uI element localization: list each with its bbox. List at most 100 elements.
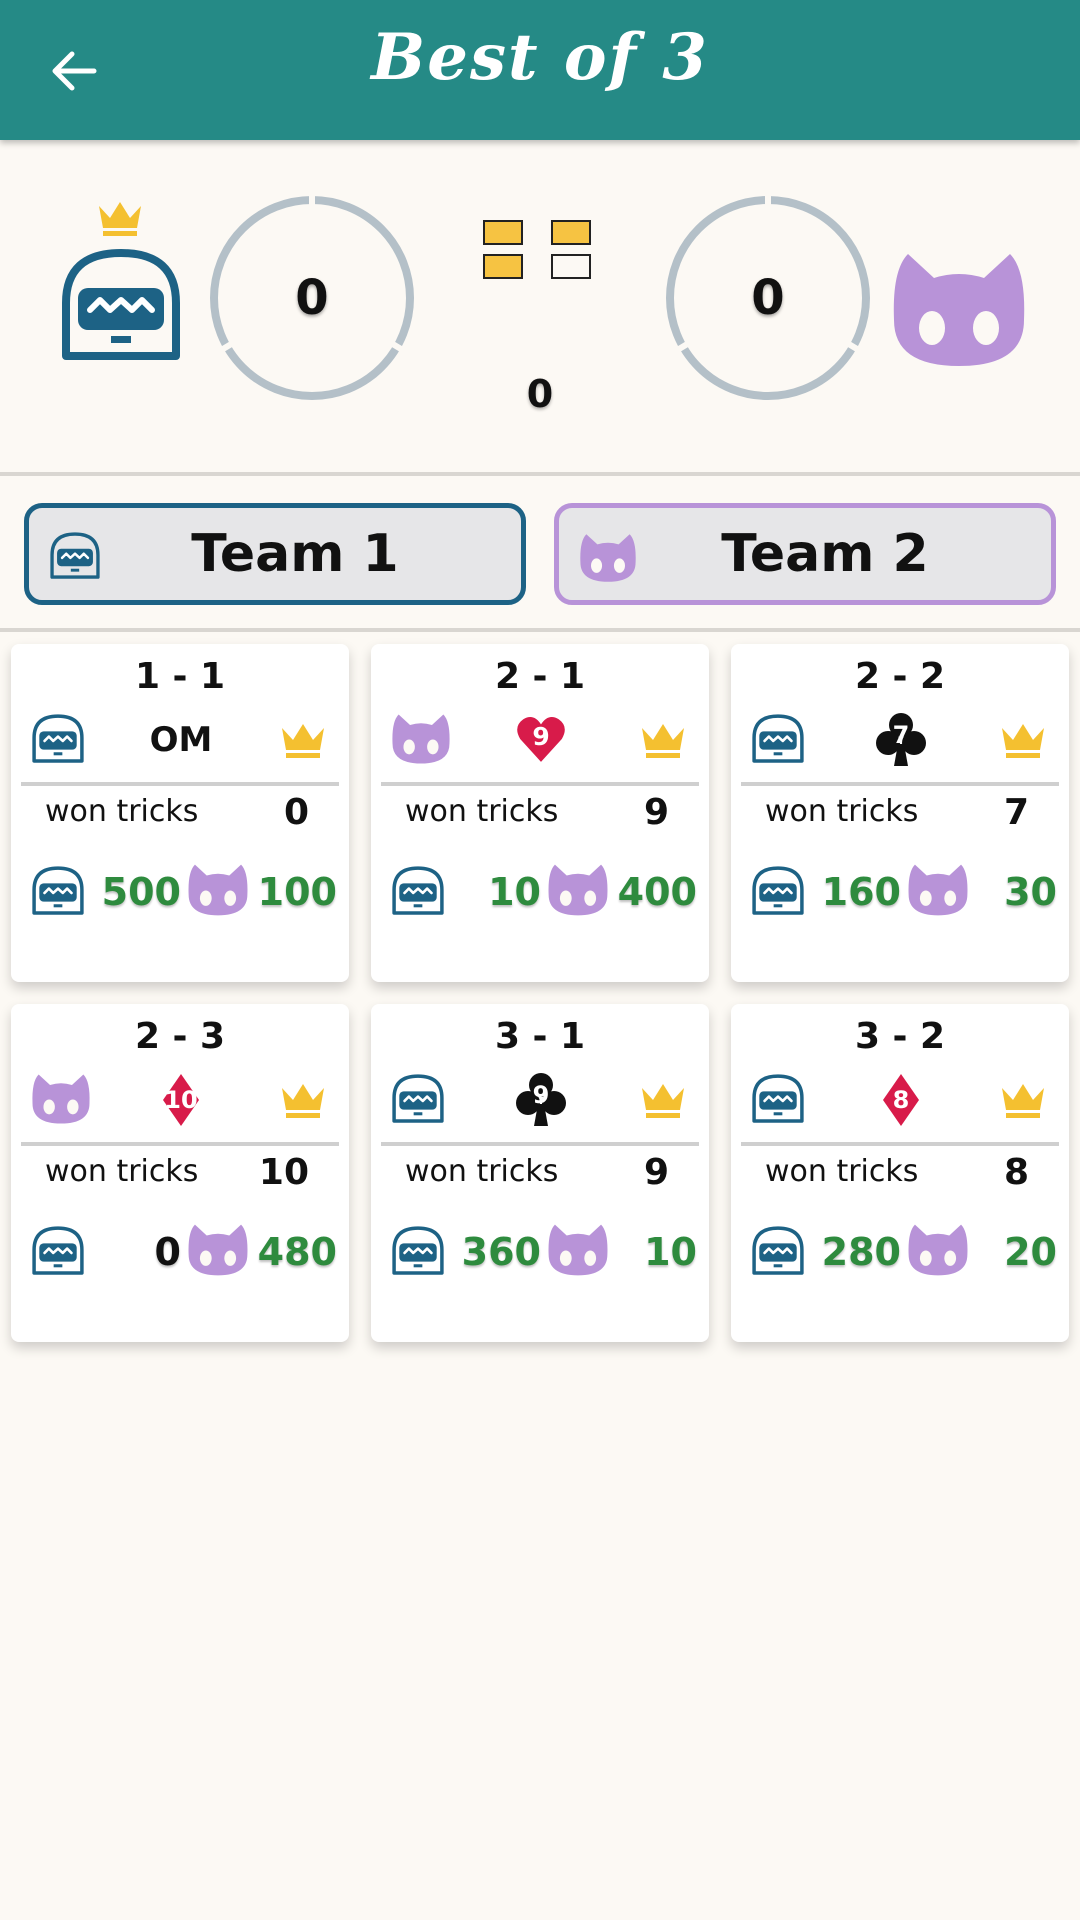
match-box <box>551 220 591 245</box>
team2-button[interactable]: Team 2 <box>554 503 1056 605</box>
crown-icon <box>639 720 687 760</box>
diamond-suit-icon: 8 <box>881 1072 921 1128</box>
divider <box>21 782 339 786</box>
round-title: 3 - 2 <box>854 1016 946 1057</box>
robot-icon <box>389 1226 447 1276</box>
team1-points: 0 <box>154 1230 181 1274</box>
robot-icon <box>47 532 103 580</box>
team2-points: 400 <box>617 870 697 914</box>
won-tricks-value: 9 <box>643 792 669 833</box>
team1-score-ring: 0 <box>206 192 418 404</box>
points-row: 500 100 <box>11 862 349 922</box>
contract: 9 <box>501 1072 581 1128</box>
won-tricks-label: won tricks <box>405 1154 559 1189</box>
round-card[interactable]: 2 - 1 9 won tricks 9 10 400 <box>371 644 709 982</box>
page-title: Best of 3 <box>371 20 709 95</box>
round-card[interactable]: 3 - 1 9 won tricks 9 360 10 <box>371 1004 709 1342</box>
round-title: 2 - 1 <box>494 656 586 697</box>
points-row: 360 10 <box>371 1222 709 1282</box>
won-tricks-label: won tricks <box>45 1154 199 1189</box>
contract-row: 7 <box>731 712 1069 768</box>
won-tricks-value: 9 <box>643 1152 669 1193</box>
contract: 10 <box>141 1072 221 1128</box>
contract-row: 9 <box>371 1072 709 1128</box>
contract-value: 8 <box>893 1086 910 1114</box>
divider <box>741 1142 1059 1146</box>
divider <box>0 472 1080 476</box>
cat-icon <box>577 532 639 584</box>
cat-icon <box>545 1222 611 1278</box>
match-box <box>551 254 591 279</box>
cat-icon <box>389 712 453 766</box>
heart-suit-icon: 9 <box>515 712 567 768</box>
team1-points: 360 <box>461 1230 541 1274</box>
won-tricks-label: won tricks <box>45 794 199 829</box>
team2-points: 480 <box>257 1230 337 1274</box>
team2-points: 30 <box>1004 870 1057 914</box>
robot-icon <box>29 866 87 916</box>
cat-icon <box>185 862 251 918</box>
contract: OM <box>141 712 221 768</box>
team1-button[interactable]: Team 1 <box>24 503 526 605</box>
team2-score-ring: 0 <box>662 192 874 404</box>
points-row: 0 480 <box>11 1222 349 1282</box>
crown-icon <box>999 1080 1047 1120</box>
team1-points: 160 <box>821 870 901 914</box>
scoreboard: 0 0 0 <box>0 140 1080 472</box>
club-suit-icon: 7 <box>875 712 927 768</box>
round-title: 1 - 1 <box>134 656 226 697</box>
team1-points: 10 <box>488 870 541 914</box>
crown-icon <box>279 720 327 760</box>
points-row: 280 20 <box>731 1222 1069 1282</box>
match-box <box>483 220 523 245</box>
contract: 9 <box>501 712 581 768</box>
points-row: 160 30 <box>731 862 1069 922</box>
divider <box>741 782 1059 786</box>
match-count: 0 <box>526 372 554 416</box>
round-card[interactable]: 2 - 3 10 won tricks 10 0 480 <box>11 1004 349 1342</box>
contract-value: 9 <box>532 722 549 751</box>
crown-icon <box>639 1080 687 1120</box>
robot-icon <box>29 1226 87 1276</box>
crown-icon <box>96 198 144 238</box>
contract: 7 <box>861 712 941 768</box>
contract: 8 <box>861 1072 941 1128</box>
cat-icon <box>29 1072 93 1126</box>
contract-label: OM <box>149 720 213 760</box>
team2-points: 100 <box>257 870 337 914</box>
crown-icon <box>279 1080 327 1120</box>
team1-robot-avatar-icon <box>56 248 186 363</box>
divider <box>381 782 699 786</box>
match-progress <box>483 220 597 286</box>
robot-icon <box>749 1074 807 1124</box>
team2-score: 0 <box>751 270 785 326</box>
cat-icon <box>185 1222 251 1278</box>
robot-icon <box>749 714 807 764</box>
cat-icon <box>905 862 971 918</box>
contract-value: 10 <box>164 1086 197 1114</box>
contract-value: 9 <box>533 1081 550 1109</box>
contract-row: 10 <box>11 1072 349 1128</box>
round-card[interactable]: 2 - 2 7 won tricks 7 160 30 <box>731 644 1069 982</box>
robot-icon <box>29 714 87 764</box>
cat-icon <box>545 862 611 918</box>
divider <box>381 1142 699 1146</box>
round-card[interactable]: 3 - 2 8 won tricks 8 280 20 <box>731 1004 1069 1342</box>
divider <box>21 1142 339 1146</box>
round-card[interactable]: 1 - 1 OM won tricks 0 500 100 <box>11 644 349 982</box>
divider <box>0 628 1080 632</box>
app-bar: Best of 3 <box>0 0 1080 140</box>
crown-icon <box>999 720 1047 760</box>
won-tricks-label: won tricks <box>765 1154 919 1189</box>
team1-points: 280 <box>821 1230 901 1274</box>
robot-icon <box>389 1074 447 1124</box>
club-suit-icon: 9 <box>515 1072 567 1128</box>
robot-icon <box>749 1226 807 1276</box>
round-title: 2 - 3 <box>134 1016 226 1057</box>
robot-icon <box>749 866 807 916</box>
contract-value: 7 <box>893 721 910 749</box>
team1-score: 0 <box>295 270 329 326</box>
won-tricks-value: 10 <box>258 1152 309 1193</box>
cat-icon <box>905 1222 971 1278</box>
round-title: 3 - 1 <box>494 1016 586 1057</box>
